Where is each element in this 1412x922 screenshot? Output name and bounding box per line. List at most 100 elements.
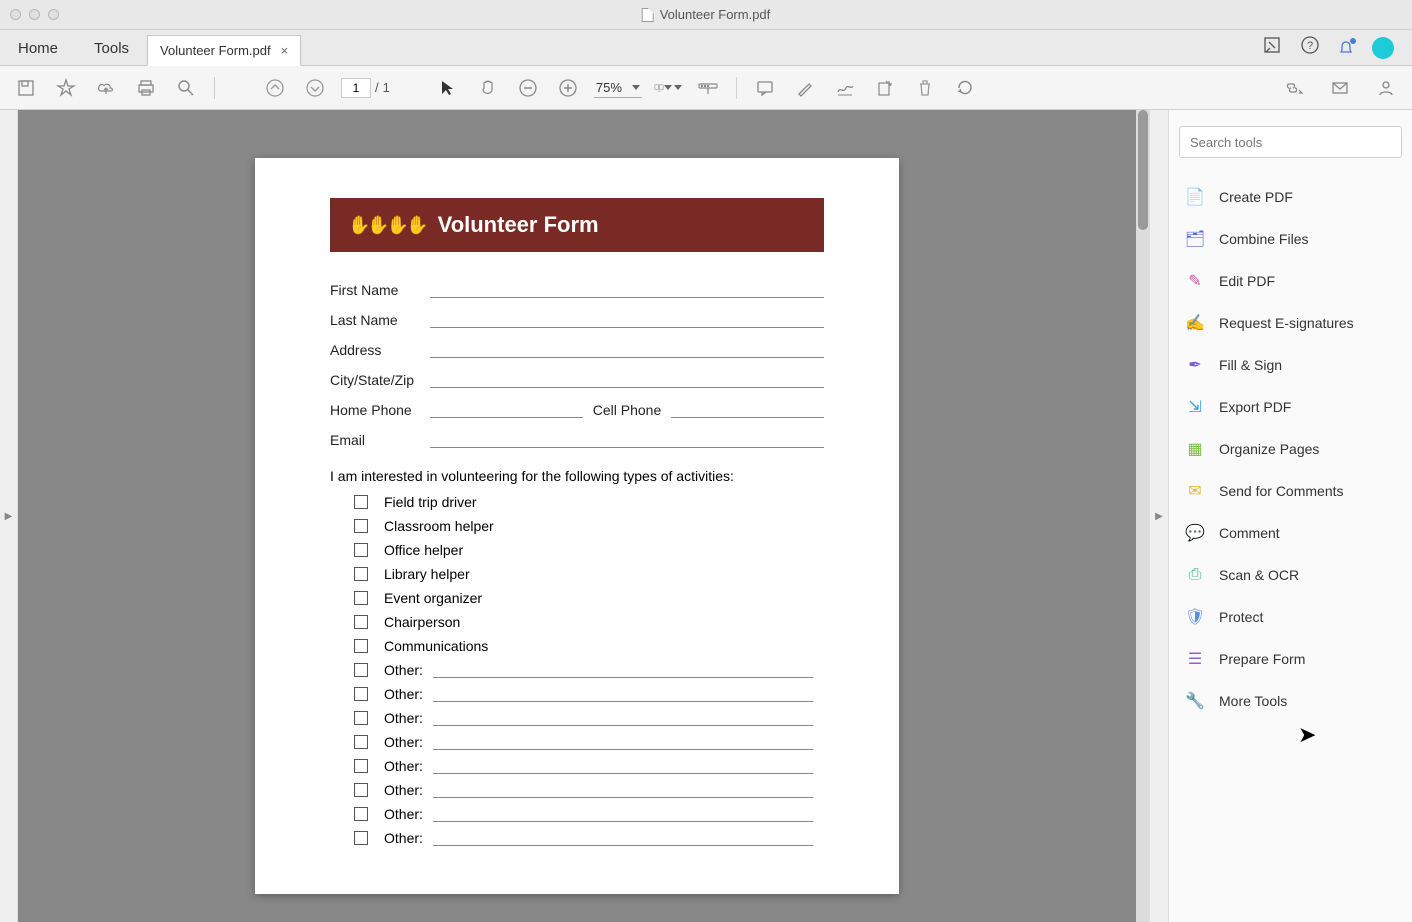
zoom-in-icon[interactable] [554, 74, 582, 102]
tool-label: Comment [1219, 525, 1280, 541]
tab-home[interactable]: Home [0, 32, 76, 65]
input-line[interactable] [433, 806, 813, 822]
checkbox[interactable] [354, 567, 368, 581]
input-line[interactable] [430, 430, 824, 448]
zoom-window-button[interactable] [48, 9, 59, 20]
checkbox[interactable] [354, 519, 368, 533]
tool-icon: ✒ [1185, 355, 1205, 375]
checkbox[interactable] [354, 615, 368, 629]
hand-tool-icon[interactable] [474, 74, 502, 102]
close-window-button[interactable] [10, 9, 21, 20]
notifications-icon[interactable] [1338, 40, 1354, 56]
activity-label: Office helper [384, 542, 463, 558]
right-panel-toggle[interactable]: ▶ [1150, 110, 1168, 922]
left-sidebar-toggle[interactable]: ▶ [0, 110, 18, 922]
activity-row: Event organizer [330, 590, 824, 606]
tool-item[interactable]: ✒Fill & Sign [1179, 344, 1402, 386]
document-canvas[interactable]: ✋✋✋✋ Volunteer Form First Name Last Name… [18, 110, 1150, 922]
pdf-page: ✋✋✋✋ Volunteer Form First Name Last Name… [255, 158, 899, 894]
input-line[interactable] [430, 310, 824, 328]
input-line[interactable] [430, 370, 824, 388]
print-icon[interactable] [132, 74, 160, 102]
user-avatar[interactable] [1372, 37, 1394, 59]
tool-item[interactable]: ✉Send for Comments [1179, 470, 1402, 512]
page-sep: / [375, 80, 379, 95]
document-tab[interactable]: Volunteer Form.pdf × [147, 35, 301, 66]
tool-icon: ✎ [1185, 271, 1205, 291]
tool-label: Request E-signatures [1219, 315, 1354, 331]
checkbox[interactable] [354, 639, 368, 653]
search-icon[interactable] [172, 74, 200, 102]
comment-icon[interactable] [751, 74, 779, 102]
input-line[interactable] [430, 340, 824, 358]
input-line[interactable] [433, 782, 813, 798]
tool-item[interactable]: ▦Organize Pages [1179, 428, 1402, 470]
minimize-window-button[interactable] [29, 9, 40, 20]
cloud-upload-icon[interactable] [92, 74, 120, 102]
input-line[interactable] [430, 280, 824, 298]
tool-item[interactable]: 📄Create PDF [1179, 176, 1402, 218]
zoom-out-icon[interactable] [514, 74, 542, 102]
tool-item[interactable]: ⇲Export PDF [1179, 386, 1402, 428]
tool-item[interactable]: ⎙Scan & OCR [1179, 554, 1402, 596]
checkbox[interactable] [354, 735, 368, 749]
input-line[interactable] [433, 710, 813, 726]
input-line[interactable] [671, 400, 824, 418]
tool-item[interactable]: ☰Prepare Form [1179, 638, 1402, 680]
checkbox[interactable] [354, 543, 368, 557]
screenshot-icon[interactable] [1262, 35, 1282, 60]
star-icon[interactable] [52, 74, 80, 102]
input-line[interactable] [433, 758, 813, 774]
checkbox[interactable] [354, 831, 368, 845]
tool-item[interactable]: 🔧More Tools [1179, 680, 1402, 722]
tool-item[interactable]: 💬Comment [1179, 512, 1402, 554]
input-line[interactable] [430, 400, 583, 418]
vertical-scrollbar[interactable] [1136, 110, 1150, 922]
selection-tool-icon[interactable] [434, 74, 462, 102]
tool-item[interactable]: 🛡Protect [1179, 596, 1402, 638]
input-line[interactable] [433, 734, 813, 750]
checkbox[interactable] [354, 759, 368, 773]
input-line[interactable] [433, 830, 813, 846]
checkbox[interactable] [354, 711, 368, 725]
checkbox[interactable] [354, 663, 368, 677]
scroll-thumb[interactable] [1138, 110, 1148, 230]
zoom-value: 75% [596, 80, 622, 95]
chevron-right-icon: ▶ [5, 511, 13, 522]
other-row: Other: [330, 686, 824, 702]
sign-icon[interactable] [831, 74, 859, 102]
search-tools-input[interactable] [1179, 126, 1402, 158]
rotate-icon[interactable] [951, 74, 979, 102]
tool-item[interactable]: 🗂Combine Files [1179, 218, 1402, 260]
page-up-icon[interactable] [261, 74, 289, 102]
checkbox[interactable] [354, 495, 368, 509]
email-icon[interactable] [1326, 74, 1354, 102]
page-down-icon[interactable] [301, 74, 329, 102]
tool-icon: ▦ [1185, 439, 1205, 459]
page-number-input[interactable] [341, 78, 371, 98]
save-icon[interactable] [12, 74, 40, 102]
checkbox[interactable] [354, 687, 368, 701]
read-mode-icon[interactable] [694, 74, 722, 102]
account-icon[interactable] [1372, 74, 1400, 102]
highlight-icon[interactable] [791, 74, 819, 102]
link-icon[interactable] [1280, 74, 1308, 102]
other-label: Other: [384, 686, 423, 702]
checkbox[interactable] [354, 807, 368, 821]
delete-icon[interactable] [911, 74, 939, 102]
checkbox[interactable] [354, 591, 368, 605]
tool-label: Export PDF [1219, 399, 1291, 415]
fit-width-icon[interactable] [654, 74, 682, 102]
zoom-select[interactable]: 75% [594, 78, 642, 98]
close-tab-button[interactable]: × [281, 43, 289, 58]
tool-item[interactable]: ✎Edit PDF [1179, 260, 1402, 302]
help-icon[interactable]: ? [1300, 35, 1320, 60]
tab-tools[interactable]: Tools [76, 32, 147, 65]
tool-item[interactable]: ✍Request E-signatures [1179, 302, 1402, 344]
stamp-icon[interactable] [871, 74, 899, 102]
nav-tabbar: Home Tools Volunteer Form.pdf × ? [0, 30, 1412, 66]
input-line[interactable] [433, 662, 813, 678]
checkbox[interactable] [354, 783, 368, 797]
activity-row: Office helper [330, 542, 824, 558]
input-line[interactable] [433, 686, 813, 702]
